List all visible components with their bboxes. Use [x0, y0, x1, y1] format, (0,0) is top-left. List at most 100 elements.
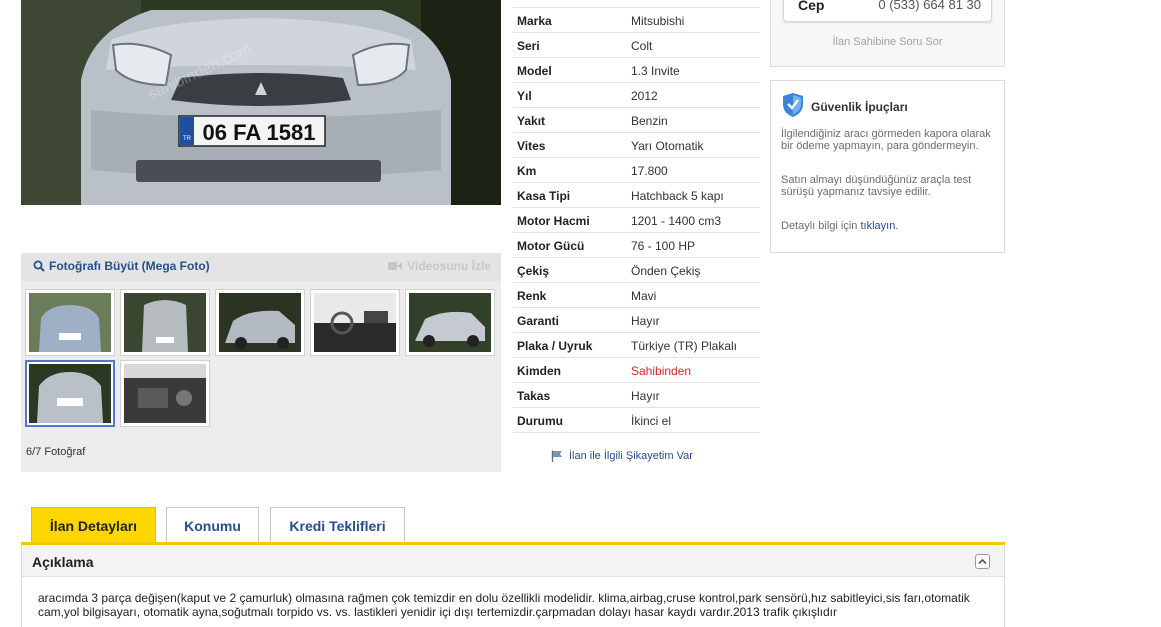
safety-tip-2: Satın almayı düşündüğünüz araçla test sü… — [781, 174, 972, 198]
report-listing-label: İlan ile İlgili Şikayetim Var — [569, 450, 693, 462]
specs-top-border — [513, 7, 760, 8]
ask-seller-link[interactable]: İlan Sahibine Soru Sor — [771, 36, 1004, 48]
spec-row: Kimden Sahibinden — [513, 358, 760, 383]
photo-thumbnail-6[interactable] — [25, 360, 115, 427]
spec-key: Takas — [517, 389, 551, 403]
spec-value: Mitsubishi — [631, 14, 685, 28]
main-photo[interactable]: TR 06 FA 1581 sahibinden.com — [21, 0, 501, 205]
spec-key: Model — [517, 64, 552, 78]
spec-value: Hatchback 5 kapı — [631, 189, 724, 203]
thumbnail-image — [29, 364, 111, 423]
thumbnail-image — [219, 293, 301, 352]
photo-toolbar: Fotoğrafı Büyüt (Mega Foto) Videosunu İz… — [21, 253, 501, 281]
spec-value: 76 - 100 HP — [631, 239, 696, 253]
safety-more-link[interactable]: tıklayın. — [860, 220, 898, 232]
spec-row: Vites Yarı Otomatik — [513, 133, 760, 158]
spec-value: Mavi — [631, 289, 657, 303]
report-listing-link[interactable]: İlan ile İlgili Şikayetim Var — [551, 450, 693, 462]
search-icon — [33, 260, 45, 272]
photo-thumbnail-4[interactable] — [310, 289, 400, 356]
watch-video-label: Videosunu İzle — [407, 259, 491, 273]
spec-value: 17.800 — [631, 164, 668, 178]
seller-contact-box: Cep 0 (533) 664 81 30 İlan Sahibine Soru… — [770, 0, 1005, 67]
spec-row: Model 1.3 Invite — [513, 58, 760, 83]
spec-value: Türkiye (TR) Plakalı — [631, 339, 738, 353]
plate-country: TR — [183, 136, 192, 142]
spec-value: Yarı Otomatik — [631, 139, 704, 153]
phone-card[interactable]: Cep 0 (533) 664 81 30 — [783, 0, 992, 22]
thumbnail-image — [124, 293, 206, 352]
video-camera-icon — [388, 262, 403, 270]
spec-row: Takas Hayır — [513, 383, 760, 408]
photo-thumbnail-2[interactable] — [120, 289, 210, 356]
spec-value: 1.3 Invite — [631, 64, 680, 78]
phone-label: Cep — [798, 0, 825, 13]
enlarge-photo-link[interactable]: Fotoğrafı Büyüt (Mega Foto) — [33, 259, 210, 273]
spec-key: Yakıt — [517, 114, 546, 128]
spec-row: Seri Colt — [513, 33, 760, 58]
photo-count: 6/7 Fotoğraf — [26, 446, 86, 458]
spec-row: Kasa Tipi Hatchback 5 kapı — [513, 183, 760, 208]
license-plate: 06 FA 1581 — [203, 120, 316, 145]
spec-row: Motor Hacmi 1201 - 1400 cm3 — [513, 208, 760, 233]
spec-key: Kimden — [517, 364, 562, 378]
description-title: Açıklama — [32, 554, 94, 570]
spec-row: Motor Gücü 76 - 100 HP — [513, 233, 760, 258]
photo-panel: Fotoğrafı Büyüt (Mega Foto) Videosunu İz… — [21, 253, 501, 472]
tab-listing-details[interactable]: İlan Detayları — [31, 507, 156, 544]
spec-value: Önden Çekiş — [631, 264, 701, 278]
safety-tips-title: Güvenlik İpuçları — [811, 100, 908, 114]
spec-value: Hayır — [631, 389, 660, 403]
thumbnail-image — [314, 293, 396, 352]
spec-row: Durumu İkinci el — [513, 408, 760, 433]
spec-value: Benzin — [631, 114, 668, 128]
safety-tip-1: İlgilendiğiniz aracı görmeden kapora ola… — [781, 128, 991, 152]
collapse-button[interactable] — [975, 554, 990, 569]
spec-value: 2012 — [631, 89, 658, 103]
collapse-icon — [978, 558, 987, 565]
spec-key: Seri — [517, 39, 540, 53]
spec-row: Km 17.800 — [513, 158, 760, 183]
spec-key: Garanti — [517, 314, 560, 328]
spec-key: Km — [517, 164, 537, 178]
spec-key: Renk — [517, 289, 547, 303]
spec-key: Vites — [517, 139, 546, 153]
description-text: aracımda 3 parça değişen(kaput ve 2 çamu… — [38, 591, 970, 619]
tab-location[interactable]: Konumu — [166, 507, 259, 543]
spec-row: Garanti Hayır — [513, 308, 760, 333]
spec-row: Çekiş Önden Çekiş — [513, 258, 760, 283]
spec-key: Motor Hacmi — [517, 214, 590, 228]
safety-more-info: Detaylı bilgi için tıklayın. — [781, 220, 993, 232]
photo-thumbnail-7[interactable] — [120, 360, 210, 427]
photo-thumbnail-5[interactable] — [405, 289, 495, 356]
spec-value: Hayır — [631, 314, 660, 328]
spec-key: Marka — [517, 14, 552, 28]
spec-value: İkinci el — [631, 414, 672, 428]
spec-key: Durumu — [517, 414, 563, 428]
photo-thumbnail-3[interactable] — [215, 289, 305, 356]
spec-key: Motor Gücü — [517, 239, 585, 253]
phone-number: 0 (533) 664 81 30 — [878, 0, 981, 12]
spec-value: 1201 - 1400 cm3 — [631, 214, 722, 228]
spec-row: Yakıt Benzin — [513, 108, 760, 133]
description-header: Açıklama — [22, 545, 1004, 577]
spec-key: Plaka / Uyruk — [517, 339, 593, 353]
safety-tips-box: Güvenlik İpuçları İlgilendiğiniz aracı g… — [770, 80, 1005, 253]
spec-row: Yıl 2012 — [513, 83, 760, 108]
shield-icon — [783, 93, 803, 117]
spec-key: Kasa Tipi — [517, 189, 571, 203]
spec-key: Yıl — [517, 89, 532, 103]
spec-value: Sahibinden — [631, 364, 692, 378]
spec-row: Plaka / Uyruk Türkiye (TR) Plakalı — [513, 333, 760, 358]
enlarge-photo-label: Fotoğrafı Büyüt (Mega Foto) — [49, 259, 210, 273]
thumbnail-image — [29, 293, 111, 352]
thumbnail-image — [124, 364, 206, 423]
safety-more-prefix: Detaylı bilgi için — [781, 220, 861, 232]
thumbnail-image — [409, 293, 491, 352]
watch-video-link[interactable]: Videosunu İzle — [388, 259, 491, 273]
tab-credit-offers[interactable]: Kredi Teklifleri — [270, 507, 405, 543]
photo-thumbnail-1[interactable] — [25, 289, 115, 356]
spec-key: Çekiş — [517, 264, 550, 278]
spec-value: Colt — [631, 39, 653, 53]
flag-icon — [551, 450, 562, 462]
